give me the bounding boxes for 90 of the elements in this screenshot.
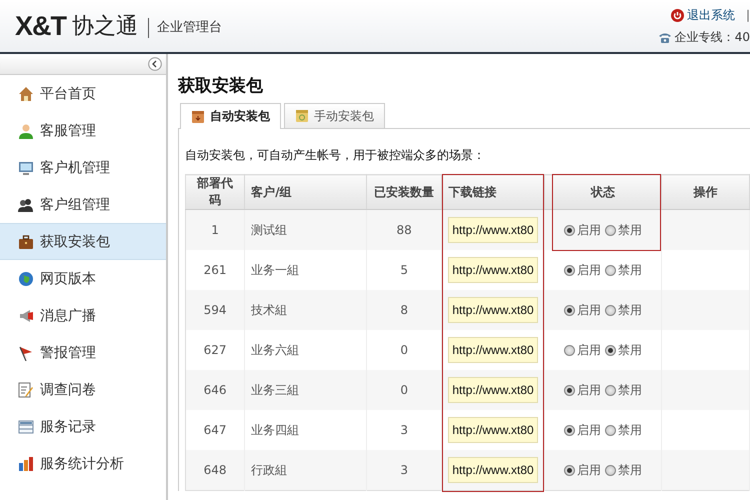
link-field[interactable]: http://www.xt80 [448, 417, 538, 443]
column-header: 客户/组 [244, 174, 367, 210]
subtitle: 企业管理台 [148, 18, 222, 38]
table-cell: 594 [186, 290, 245, 330]
table-cell: 行政組 [244, 450, 367, 490]
column-header: 已安装数量 [366, 174, 442, 210]
radio-label[interactable]: 启用 [576, 382, 601, 398]
link-field[interactable]: http://www.xt80 [448, 337, 538, 363]
column-header: 状态 [544, 174, 662, 210]
radio-label[interactable]: 禁用 [618, 342, 642, 358]
bar-chart-icon [18, 456, 34, 472]
package-icon [191, 110, 205, 124]
link-field[interactable]: http://www.xt80 [448, 377, 538, 403]
brand-name: 协之通 [72, 13, 138, 41]
sidebar-item[interactable]: 消息广播 [0, 297, 166, 334]
table-cell: 646 [186, 370, 245, 410]
sidebar-item[interactable]: 客服管理 [0, 112, 166, 149]
globe-icon [18, 270, 34, 286]
radio-label[interactable]: 禁用 [618, 302, 642, 318]
column-header: 操作 [661, 174, 750, 210]
link-field[interactable]: http://www.xt80 [448, 457, 538, 483]
separator-text: | [746, 8, 750, 22]
radio-button[interactable] [604, 384, 616, 396]
radio-button[interactable] [564, 424, 575, 436]
phone-icon [658, 32, 672, 42]
table-cell: 3 [366, 450, 442, 490]
link-field[interactable]: http://www.xt80 [448, 297, 538, 323]
page-title: 获取安装包 [178, 75, 264, 97]
radio-label[interactable]: 禁用 [618, 382, 642, 398]
sidebar-item[interactable]: 网页版本 [0, 260, 166, 297]
radio-button[interactable] [564, 224, 575, 236]
table-cell: 技术組 [244, 290, 367, 330]
radio-button[interactable] [604, 424, 616, 436]
sidebar-item[interactable]: 警报管理 [0, 334, 166, 371]
sidebar-item[interactable]: 服务统计分析 [0, 445, 166, 482]
radio-label[interactable]: 禁用 [618, 462, 642, 478]
tab[interactable]: 手动安装包 [284, 103, 385, 128]
list-icon [18, 418, 34, 434]
radio-button[interactable] [604, 304, 616, 316]
hotline-text: 企业专线：40 [674, 28, 750, 46]
table-cell: 0 [366, 370, 442, 410]
table-cell: 8 [366, 290, 442, 330]
sidebar-item[interactable]: 调查问卷 [0, 371, 166, 408]
power-icon [670, 8, 684, 22]
table-cell: 1 [186, 210, 245, 250]
radio-button[interactable] [604, 264, 616, 276]
megaphone-icon [18, 308, 34, 324]
sidebar-item[interactable]: 获取安装包 [0, 223, 166, 260]
column-header: 下载链接 [442, 174, 544, 210]
flag-icon [18, 344, 34, 360]
package-icon [295, 109, 309, 123]
sidebar-item[interactable]: 平台首页 [0, 75, 166, 112]
radio-label[interactable]: 启用 [576, 462, 601, 478]
radio-label[interactable]: 启用 [576, 262, 601, 278]
radio-label[interactable]: 启用 [576, 222, 601, 238]
radio-label[interactable]: 启用 [576, 302, 601, 318]
table-cell: 业务三組 [244, 370, 367, 410]
people-icon [18, 196, 34, 212]
person-icon [18, 122, 34, 138]
tab[interactable]: 自动安装包 [180, 103, 281, 129]
table-cell: 648 [186, 450, 245, 490]
radio-label[interactable]: 禁用 [618, 222, 642, 238]
radio-button[interactable] [604, 344, 616, 356]
radio-button[interactable] [564, 344, 575, 356]
radio-button[interactable] [604, 464, 616, 476]
radio-button[interactable] [604, 224, 616, 236]
column-header: 部署代码 [186, 174, 245, 210]
radio-label[interactable]: 启用 [576, 422, 601, 438]
sidebar-item[interactable]: 客户组管理 [0, 186, 166, 223]
radio-label[interactable]: 启用 [576, 342, 601, 358]
description-text: 自动安装包，可自动产生帐号，用于被控端众多的场景： [185, 147, 486, 164]
radio-button[interactable] [564, 384, 575, 396]
link-field[interactable]: http://www.xt80 [448, 257, 538, 283]
radio-button[interactable] [564, 304, 575, 316]
collapse-icon[interactable] [148, 57, 162, 71]
radio-button[interactable] [564, 264, 575, 276]
house-icon [18, 86, 34, 102]
logout-link[interactable]: 退出系统 [686, 6, 735, 24]
link-field[interactable]: http://www.xt80 [448, 217, 538, 243]
monitor-icon [18, 160, 34, 176]
radio-label[interactable]: 禁用 [618, 262, 642, 278]
sidebar-item[interactable]: 服务记录 [0, 408, 166, 445]
radio-button[interactable] [564, 464, 575, 476]
table-cell: 88 [366, 210, 442, 250]
sidebar-item[interactable]: 客户机管理 [0, 149, 166, 186]
pencil-note-icon [18, 382, 34, 398]
briefcase-icon [18, 234, 34, 250]
radio-label[interactable]: 禁用 [618, 422, 642, 438]
table-cell: 测试组 [244, 210, 367, 250]
logo-text: X&T [15, 10, 66, 42]
